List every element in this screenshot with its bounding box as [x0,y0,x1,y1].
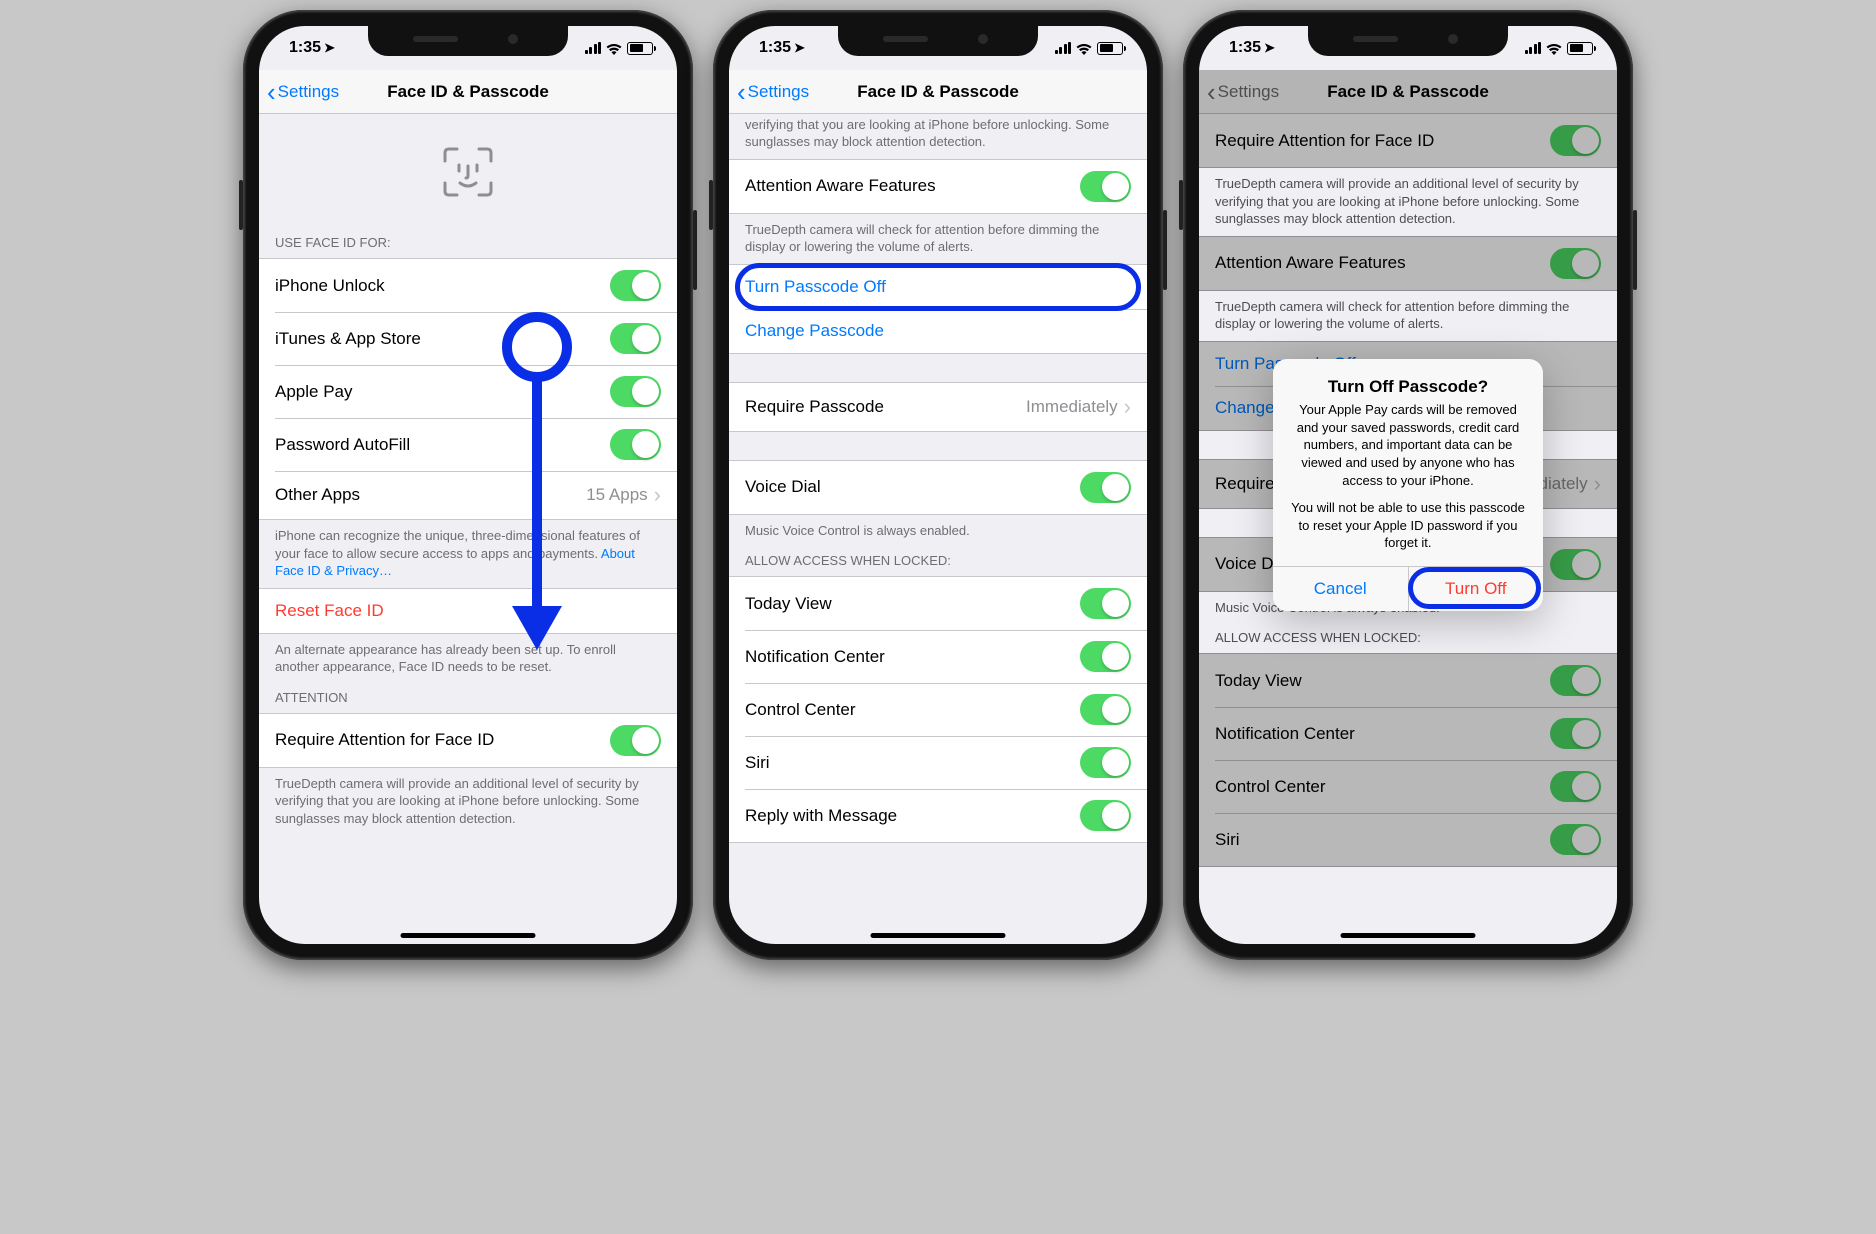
settings-content[interactable]: TrueDepth camera will provide an additio… [729,114,1147,930]
chevron-left-icon: ‹ [737,79,746,105]
other-apps-row[interactable]: Other Apps15 Apps › [259,471,677,519]
location-icon: ➤ [794,40,805,56]
attention-aware-label: Attention Aware Features [745,176,1080,196]
wifi-icon [605,42,623,55]
use-face-id-header: USE FACE ID FOR: [259,229,677,258]
wifi-icon [1075,42,1093,55]
require-attention-toggle[interactable] [610,725,661,756]
page-title: Face ID & Passcode [857,82,1019,102]
location-icon: ➤ [324,40,335,56]
voice-dial-toggle[interactable] [1080,472,1131,503]
require-attention-row[interactable]: Require Attention for Face ID [259,714,677,767]
notch [1308,26,1508,56]
alert-backdrop: Turn Off Passcode? Your Apple Pay cards … [1199,26,1617,944]
require-passcode-value: Immediately [1026,397,1118,417]
itunes-label: iTunes & App Store [275,329,610,349]
apple-pay-row[interactable]: Apple Pay [259,365,677,418]
iphone-unlock-row[interactable]: iPhone Unlock [259,259,677,312]
iphone-unlock-toggle[interactable] [610,270,661,301]
battery-icon [627,42,653,55]
alert-message: Your Apple Pay cards will be removed and… [1289,401,1527,551]
reply-message-label: Reply with Message [745,806,1080,826]
notch [368,26,568,56]
require-passcode-row[interactable]: Require PasscodeImmediately › [729,383,1147,431]
siri-label: Siri [745,753,1080,773]
attention-aware-toggle[interactable] [1080,171,1131,202]
truncated-attention-footer: TrueDepth camera will provide an additio… [729,114,1147,159]
phone-3: 1:35➤ ‹Settings Face ID & Passcode Requi… [1183,10,1633,960]
use-face-id-footer: iPhone can recognize the unique, three-d… [259,520,677,588]
control-center-label: Control Center [745,700,1080,720]
back-button[interactable]: ‹Settings [729,79,809,105]
face-id-hero [259,114,677,229]
notch [838,26,1038,56]
reply-message-toggle[interactable] [1080,800,1131,831]
change-passcode-button[interactable]: Change Passcode [729,309,1147,353]
voice-dial-label: Voice Dial [745,477,1080,497]
notification-center-row[interactable]: Notification Center [729,630,1147,683]
settings-content[interactable]: USE FACE ID FOR: iPhone Unlock iTunes & … [259,114,677,930]
voice-dial-row[interactable]: Voice Dial [729,461,1147,514]
page-title: Face ID & Passcode [387,82,549,102]
nav-bar: ‹Settings Face ID & Passcode [259,70,677,114]
voice-dial-footer: Music Voice Control is always enabled. [729,515,1147,548]
home-indicator[interactable] [871,933,1006,938]
back-button[interactable]: ‹Settings [259,79,339,105]
battery-icon [1097,42,1123,55]
phone-2: 1:35➤ ‹Settings Face ID & Passcode TrueD… [713,10,1163,960]
reply-message-row[interactable]: Reply with Message [729,789,1147,842]
phone-1: 1:35➤ ‹Settings Face ID & Passcode USE F… [243,10,693,960]
back-label: Settings [748,82,809,102]
require-passcode-label: Require Passcode [745,397,1026,417]
status-time: 1:35 [289,39,321,57]
autofill-toggle[interactable] [610,429,661,460]
back-label: Settings [278,82,339,102]
cell-signal-icon [585,42,602,54]
itunes-row[interactable]: iTunes & App Store [259,312,677,365]
face-id-icon [441,145,495,199]
chevron-right-icon: › [1124,394,1131,420]
reset-face-id-button[interactable]: Reset Face ID [259,589,677,633]
alert-cancel-button[interactable]: Cancel [1273,567,1408,611]
turn-off-passcode-alert: Turn Off Passcode? Your Apple Pay cards … [1273,359,1543,610]
control-center-row[interactable]: Control Center [729,683,1147,736]
status-time: 1:35 [759,39,791,57]
allow-access-header: ALLOW ACCESS WHEN LOCKED: [729,547,1147,576]
iphone-unlock-label: iPhone Unlock [275,276,610,296]
reset-footer: An alternate appearance has already been… [259,634,677,684]
chevron-left-icon: ‹ [267,79,276,105]
home-indicator[interactable] [401,933,536,938]
itunes-toggle[interactable] [610,323,661,354]
require-attention-label: Require Attention for Face ID [275,730,610,750]
apple-pay-label: Apple Pay [275,382,610,402]
control-center-toggle[interactable] [1080,694,1131,725]
attention-aware-footer: TrueDepth camera will check for attentio… [729,214,1147,264]
chevron-right-icon: › [654,482,661,508]
attention-aware-row[interactable]: Attention Aware Features [729,160,1147,213]
turn-passcode-off-button[interactable]: Turn Passcode Off [729,265,1147,309]
password-autofill-row[interactable]: Password AutoFill [259,418,677,471]
siri-row[interactable]: Siri [729,736,1147,789]
other-apps-value: 15 Apps [586,485,647,505]
nav-bar: ‹Settings Face ID & Passcode [729,70,1147,114]
attention-header: ATTENTION [259,684,677,713]
today-view-label: Today View [745,594,1080,614]
autofill-label: Password AutoFill [275,435,610,455]
notification-center-toggle[interactable] [1080,641,1131,672]
alert-title: Turn Off Passcode? [1289,377,1527,397]
other-apps-label: Other Apps [275,485,586,505]
siri-toggle[interactable] [1080,747,1131,778]
today-view-toggle[interactable] [1080,588,1131,619]
cell-signal-icon [1055,42,1072,54]
require-attention-footer: TrueDepth camera will provide an additio… [259,768,677,836]
notification-center-label: Notification Center [745,647,1080,667]
apple-pay-toggle[interactable] [610,376,661,407]
today-view-row[interactable]: Today View [729,577,1147,630]
alert-turn-off-button[interactable]: Turn Off [1408,567,1544,611]
